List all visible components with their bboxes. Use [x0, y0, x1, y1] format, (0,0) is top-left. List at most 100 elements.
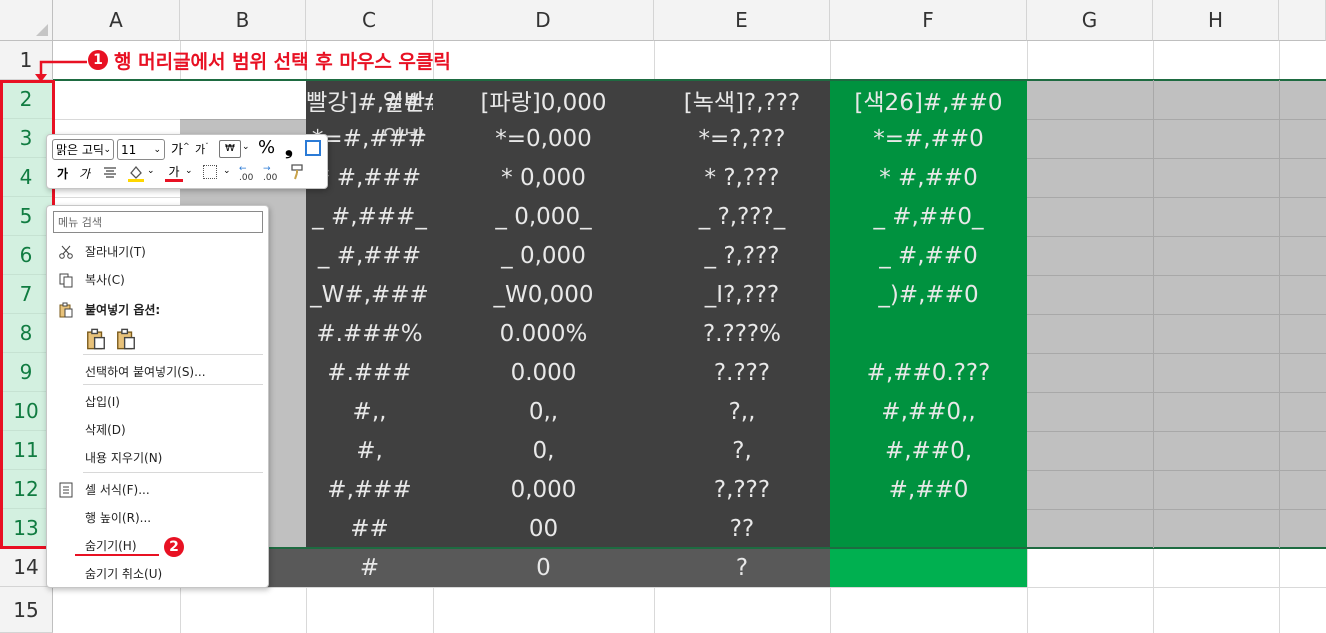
cell-f10[interactable]: #,##0,,	[830, 392, 1027, 431]
increase-decimal-icon[interactable]: → .00	[263, 165, 277, 183]
chevron-down-icon[interactable]: ⌄	[242, 142, 252, 152]
cell-f7[interactable]: _)#,##0	[830, 275, 1027, 314]
cell-c12[interactable]: #,###	[306, 470, 433, 509]
cell-e11[interactable]: ?,	[654, 431, 830, 470]
format-painter-icon[interactable]	[289, 163, 307, 181]
cell-d3[interactable]: *=0,000	[433, 119, 654, 158]
shrink-font-button[interactable]: 가ˇ	[195, 141, 215, 161]
cell-f12[interactable]: #,##0	[830, 470, 1027, 509]
cell-f11[interactable]: #,##0,	[830, 431, 1027, 470]
cell-d14[interactable]: 0	[433, 548, 654, 587]
column-header-i[interactable]	[1279, 0, 1326, 41]
column-header-c[interactable]: C	[306, 0, 433, 41]
gridline	[1027, 197, 1326, 198]
cell-e7[interactable]: _I?,???	[654, 275, 830, 314]
cell-c8[interactable]: #.###%	[306, 314, 433, 353]
cell-d6[interactable]: _ 0,000	[433, 236, 654, 275]
cell-d13[interactable]: 00	[433, 509, 654, 548]
hide-underline	[75, 554, 159, 556]
comma-style-button[interactable]: ❟	[285, 135, 293, 159]
cell-f4[interactable]: * #,##0	[830, 158, 1027, 197]
column-header-h[interactable]: H	[1153, 0, 1279, 41]
chevron-down-icon[interactable]: ⌄	[185, 166, 193, 176]
chevron-down-icon[interactable]: ⌄	[223, 166, 231, 176]
select-all-corner[interactable]	[0, 0, 53, 41]
cell-e2[interactable]: [녹색]?,???	[654, 80, 830, 119]
borders-icon[interactable]	[203, 165, 217, 179]
cell-c2[interactable]: [빨강]#,###	[306, 80, 433, 119]
cell-c9[interactable]: #.###	[306, 353, 433, 392]
paste-keep-format-icon[interactable]	[115, 328, 137, 354]
menu-item-label: 내용 지우기(N)	[85, 451, 163, 465]
cell-d9[interactable]: 0.000	[433, 353, 654, 392]
menu-separator	[83, 472, 263, 473]
cell-c10[interactable]: #,,	[306, 392, 433, 431]
cell-d8[interactable]: 0.000%	[433, 314, 654, 353]
cell-e13[interactable]: ??	[654, 509, 830, 548]
cell-d2[interactable]: [파랑]0,000	[433, 80, 654, 119]
column-header-a[interactable]: A	[53, 0, 180, 41]
cell-d10[interactable]: 0,,	[433, 392, 654, 431]
cell-e10[interactable]: ?,,	[654, 392, 830, 431]
cell-e3[interactable]: *=?,???	[654, 119, 830, 158]
cell-f9[interactable]: #,##0.???	[830, 353, 1027, 392]
cell-c11[interactable]: #,	[306, 431, 433, 470]
cell-c13[interactable]: ##	[306, 509, 433, 548]
cell-e9[interactable]: ?.???	[654, 353, 830, 392]
row-header-15[interactable]: 15	[0, 587, 53, 633]
merge-center-icon[interactable]	[305, 140, 321, 156]
menu-item-1[interactable]: 복사(C)	[47, 266, 268, 293]
menu-item-4[interactable]: 삽입(I)	[47, 388, 268, 415]
shrink-font-label: 가	[195, 143, 206, 156]
cell-e6[interactable]: _ ?,???	[654, 236, 830, 275]
paste-icon[interactable]	[85, 328, 107, 354]
bold-button[interactable]: 가	[57, 165, 68, 182]
percent-style-button[interactable]: %	[258, 137, 275, 158]
cell-d5[interactable]: _ 0,000_	[433, 197, 654, 236]
cell-e4[interactable]: * ?,???	[654, 158, 830, 197]
fill-color-icon[interactable]	[127, 163, 145, 183]
menu-item-label: 선택하여 붙여넣기(S)...	[85, 365, 206, 379]
menu-search-input[interactable]: 메뉴 검색	[53, 211, 263, 233]
menu-item-0[interactable]: 잘라내기(T)	[47, 238, 268, 265]
font-color-button[interactable]: 가	[165, 163, 183, 183]
decrease-decimal-icon[interactable]: ← .00	[239, 165, 253, 183]
column-header-f[interactable]: F	[830, 0, 1027, 41]
cell-f6[interactable]: _ #,##0	[830, 236, 1027, 275]
menu-item-6[interactable]: 내용 지우기(N)	[47, 444, 268, 471]
cell-c6[interactable]: _ #,###	[306, 236, 433, 275]
cell-e5[interactable]: _ ?,???_	[654, 197, 830, 236]
cell-d11[interactable]: 0,	[433, 431, 654, 470]
accounting-format-icon[interactable]: ₩	[219, 140, 241, 158]
menu-item-2[interactable]: 붙여넣기 옵션:	[47, 296, 268, 323]
italic-button[interactable]: 가	[79, 165, 90, 182]
cell-d7[interactable]: _W0,000	[433, 275, 654, 314]
cell-e8[interactable]: ?.???%	[654, 314, 830, 353]
column-header-d[interactable]: D	[433, 0, 654, 41]
cell-c14[interactable]: #	[306, 548, 433, 587]
column-header-b[interactable]: B	[180, 0, 306, 41]
gridline	[1027, 470, 1326, 471]
cell-f3[interactable]: *=#,##0	[830, 119, 1027, 158]
font-size-dropdown[interactable]: 11 ⌄	[117, 139, 165, 160]
chevron-down-icon[interactable]: ⌄	[147, 166, 155, 176]
menu-item-8[interactable]: 행 높이(R)...	[47, 504, 268, 531]
menu-item-3[interactable]: 선택하여 붙여넣기(S)...	[47, 358, 268, 385]
cell-c7[interactable]: _W#,###	[306, 275, 433, 314]
cell-f2[interactable]: [색26]#,##0	[830, 80, 1027, 119]
cell-d12[interactable]: 0,000	[433, 470, 654, 509]
cell-f5[interactable]: _ #,##0_	[830, 197, 1027, 236]
cell-e12[interactable]: ?,???	[654, 470, 830, 509]
column-header-g[interactable]: G	[1027, 0, 1153, 41]
grow-font-button[interactable]: 가^	[171, 139, 191, 159]
menu-item-10[interactable]: 숨기기 취소(U)	[47, 560, 268, 587]
menu-item-label: 숨기기 취소(U)	[85, 567, 163, 581]
menu-item-5[interactable]: 삭제(D)	[47, 416, 268, 443]
cell-e14[interactable]: ?	[654, 548, 830, 587]
column-header-e[interactable]: E	[654, 0, 830, 41]
cell-d4[interactable]: * 0,000	[433, 158, 654, 197]
cell-c5[interactable]: _ #,###_	[306, 197, 433, 236]
menu-item-7[interactable]: 셀 서식(F)...	[47, 476, 268, 503]
font-name-dropdown[interactable]: 맑은 고딕 ⌄	[52, 139, 114, 160]
align-center-icon[interactable]	[103, 166, 117, 180]
